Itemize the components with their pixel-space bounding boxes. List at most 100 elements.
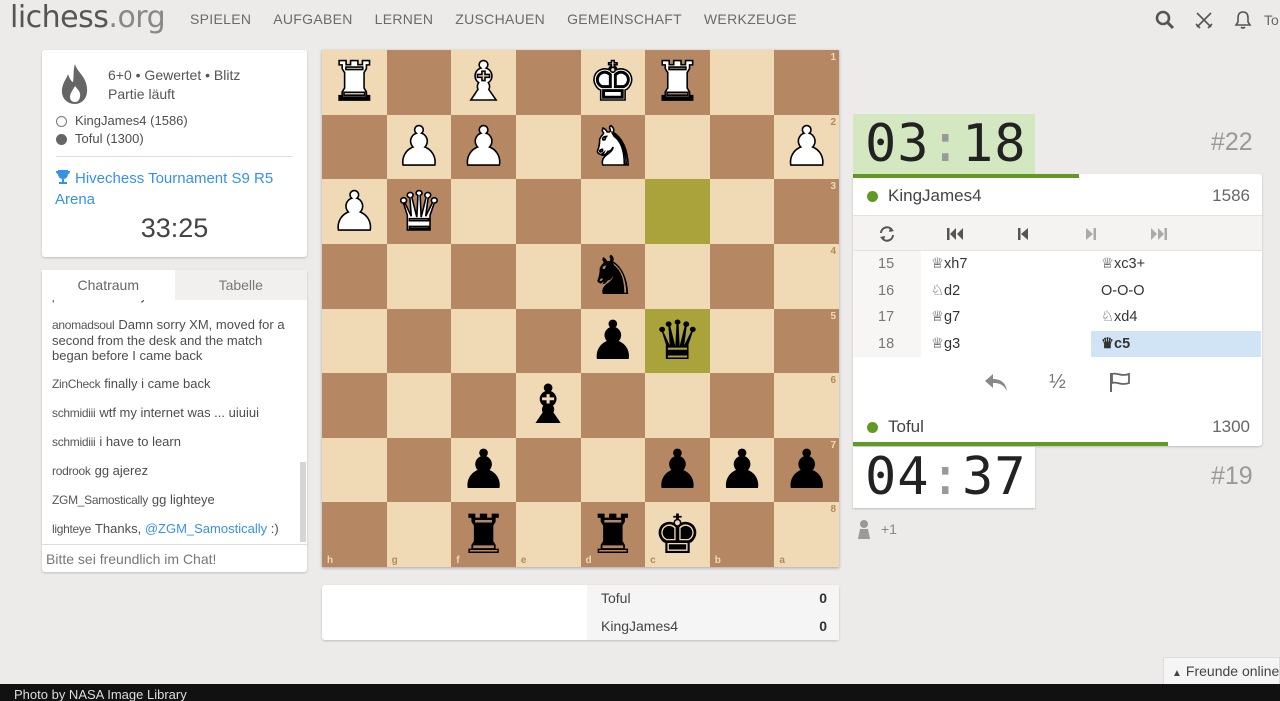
board-square[interactable] xyxy=(451,373,516,438)
black-pawn-icon[interactable]: ♟ xyxy=(589,313,637,368)
board-square[interactable]: ♞ xyxy=(580,114,646,180)
chat-username[interactable]: ZinCheck xyxy=(52,377,101,391)
black-knight-icon[interactable]: ♞ xyxy=(589,249,637,303)
board-square[interactable] xyxy=(386,243,452,309)
board-square[interactable] xyxy=(322,308,387,374)
bell-icon[interactable] xyxy=(1223,8,1262,32)
board-square[interactable]: b xyxy=(709,502,775,567)
board-square[interactable]: ♟ xyxy=(386,114,452,180)
board-square[interactable] xyxy=(451,179,516,244)
board-square[interactable] xyxy=(322,373,387,438)
board-square[interactable]: ♝ xyxy=(515,373,581,438)
board-square[interactable] xyxy=(386,50,452,115)
board-square[interactable] xyxy=(515,114,581,180)
board-square[interactable]: ♟ 7 xyxy=(774,437,839,503)
swords-icon[interactable] xyxy=(1184,8,1223,32)
takeback-icon[interactable] xyxy=(981,367,1011,397)
board-square[interactable]: ♞ xyxy=(580,243,646,309)
next-move-icon[interactable] xyxy=(1057,216,1125,252)
white-bishop-icon[interactable]: ♝ xyxy=(459,54,509,110)
black-rook-icon[interactable]: ♜ xyxy=(589,507,637,562)
board-square[interactable]: h xyxy=(322,502,387,567)
board-square[interactable] xyxy=(515,179,581,244)
previous-move-icon[interactable] xyxy=(989,216,1057,252)
nav-community[interactable]: GEMEINSCHAFT xyxy=(567,11,682,27)
site-logo[interactable]: lichess.org xyxy=(10,0,166,36)
chat-mention-link[interactable]: @ZGM_Samostically xyxy=(145,521,267,536)
board-square[interactable] xyxy=(515,437,581,503)
white-move[interactable]: ♕xh7 xyxy=(921,251,1091,278)
black-move[interactable]: ♛c5 xyxy=(1091,330,1261,357)
white-pawn-icon[interactable]: ♟ xyxy=(782,119,832,175)
white-move[interactable]: ♕g7 xyxy=(921,304,1091,331)
white-king-icon[interactable]: ♚ xyxy=(588,54,638,110)
white-rook-icon[interactable]: ♜ xyxy=(652,54,702,110)
first-move-icon[interactable] xyxy=(921,216,989,252)
board-square[interactable]: ♟ xyxy=(451,114,516,180)
spectators[interactable]: +1 xyxy=(855,518,897,540)
chat-messages[interactable]: petrelusdark furyanomadsoulDamn sorry XM… xyxy=(52,292,298,540)
board-square[interactable]: ♟ xyxy=(451,437,516,503)
white-pawn-icon[interactable]: ♟ xyxy=(394,119,444,175)
nav-watch[interactable]: ZUSCHAUEN xyxy=(455,11,545,27)
board-square[interactable]: ♟ xyxy=(645,437,710,503)
nav-play[interactable]: SPIELEN xyxy=(190,11,251,27)
black-move[interactable]: O-O-O xyxy=(1091,278,1261,305)
chat-username[interactable]: schmidiii xyxy=(52,406,96,420)
board-square[interactable]: ♟ xyxy=(709,437,775,503)
nav-puzzles[interactable]: AUFGABEN xyxy=(273,11,352,27)
offer-draw-button[interactable]: ½ xyxy=(1043,367,1073,397)
board-square[interactable]: ♟ 2 xyxy=(774,114,839,180)
board-square[interactable] xyxy=(709,114,775,180)
chat-input[interactable]: Bitte sei freundlich im Chat! xyxy=(42,544,307,572)
board-square[interactable]: ♛ xyxy=(386,179,452,244)
board-square[interactable]: ♚ c xyxy=(645,502,710,567)
white-pawn-icon[interactable]: ♟ xyxy=(459,119,509,175)
board-square[interactable] xyxy=(645,179,710,244)
board-square[interactable] xyxy=(580,373,646,438)
board-square[interactable]: ♜ xyxy=(322,50,387,115)
black-rook-icon[interactable]: ♜ xyxy=(459,507,507,562)
board-square[interactable] xyxy=(515,50,581,115)
white-move[interactable]: ♕g3 xyxy=(921,331,1091,358)
chat-username[interactable]: ZGM_Samostically xyxy=(52,493,148,507)
board-square[interactable] xyxy=(322,243,387,309)
black-move[interactable]: ♘xd4 xyxy=(1091,304,1261,331)
search-icon[interactable] xyxy=(1145,8,1184,32)
board-square[interactable] xyxy=(709,243,775,309)
white-queen-icon[interactable]: ♛ xyxy=(394,183,444,239)
black-pawn-icon[interactable]: ♟ xyxy=(718,443,766,497)
board-square[interactable]: 6 xyxy=(774,373,839,438)
black-queen-icon[interactable]: ♛ xyxy=(653,313,701,368)
chat-username[interactable]: anomadsoul xyxy=(52,318,115,332)
white-rook-icon[interactable]: ♜ xyxy=(329,54,379,110)
black-pawn-icon[interactable]: ♟ xyxy=(653,443,701,497)
board-square[interactable]: ♛ xyxy=(645,308,710,374)
tab-chatroom[interactable]: Chatraum xyxy=(42,270,175,300)
board-square[interactable]: ♚ xyxy=(580,50,646,115)
board-square[interactable]: ♜ xyxy=(645,50,710,115)
user-menu[interactable]: To xyxy=(1264,12,1280,28)
black-player-row[interactable]: Toful (1300) xyxy=(56,130,188,148)
board-square[interactable] xyxy=(709,308,775,374)
board-square[interactable]: ♜ d xyxy=(580,502,646,567)
chat-username[interactable]: rodrook xyxy=(52,464,91,478)
board-square[interactable]: ♟ xyxy=(580,308,646,374)
board-square[interactable]: 8a xyxy=(774,502,839,567)
friends-online-button[interactable]: ▲ Freunde online xyxy=(1163,657,1280,684)
board-square[interactable] xyxy=(645,114,710,180)
board-square[interactable] xyxy=(386,308,452,374)
white-player-row[interactable]: KingJames4 (1586) xyxy=(56,112,188,130)
board-square[interactable] xyxy=(322,437,387,503)
black-pawn-icon[interactable]: ♟ xyxy=(782,443,830,497)
white-move[interactable]: ♘d2 xyxy=(921,278,1091,305)
white-knight-icon[interactable]: ♞ xyxy=(588,119,638,175)
nav-tools[interactable]: WERKZEUGE xyxy=(704,11,797,27)
black-king-icon[interactable]: ♚ xyxy=(653,507,701,562)
board-square[interactable] xyxy=(580,179,646,244)
board-square[interactable]: 4 xyxy=(774,243,839,309)
board-square[interactable]: ♝ xyxy=(451,50,516,115)
flip-board-icon[interactable] xyxy=(853,216,921,252)
resign-flag-icon[interactable] xyxy=(1105,367,1135,397)
board-square[interactable] xyxy=(515,243,581,309)
